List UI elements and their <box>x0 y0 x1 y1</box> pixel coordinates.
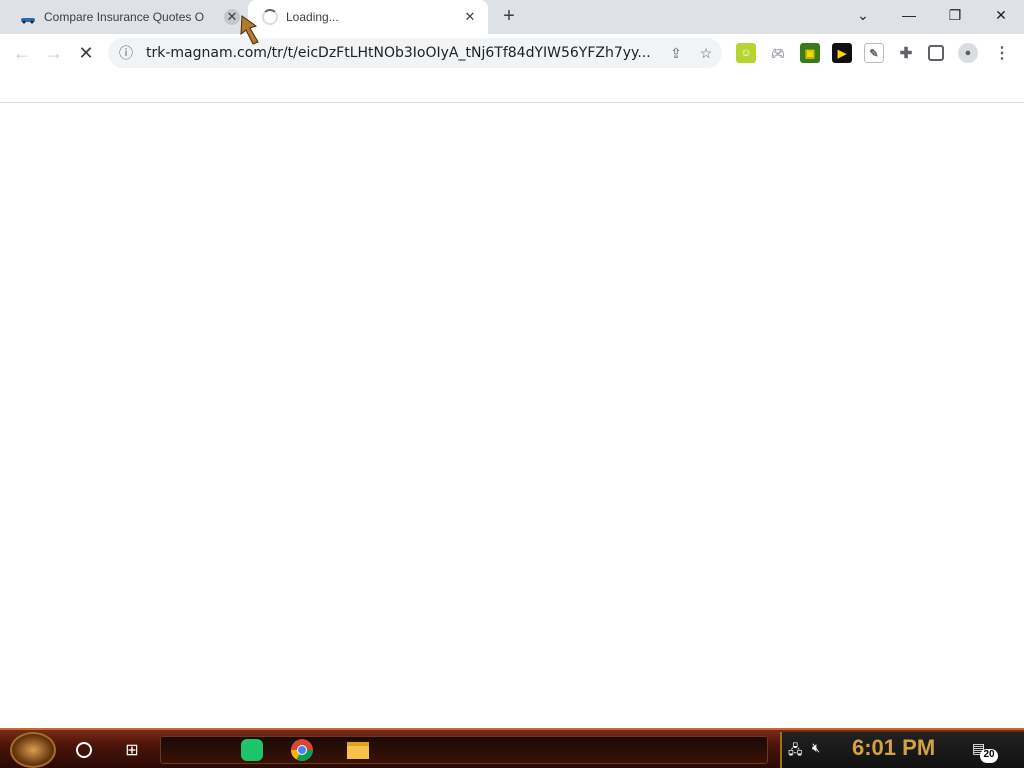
side-panel-icon[interactable] <box>928 45 944 61</box>
car-favicon-icon <box>20 13 36 24</box>
media-extension-icon[interactable]: ▶ <box>832 43 852 63</box>
taskbar-clock[interactable]: 6:01 PM <box>852 735 935 761</box>
site-info-icon[interactable]: ⓘ <box>114 41 138 65</box>
bookmarks-bar <box>0 72 1024 103</box>
browser-window: Compare Insurance Quotes On ✕ Loading...… <box>0 0 1024 728</box>
back-button[interactable]: ← <box>8 39 36 67</box>
profile-avatar-icon[interactable]: ● <box>958 43 978 63</box>
new-tab-button[interactable]: + <box>498 6 520 28</box>
cursor-icon <box>238 14 264 46</box>
tab-search-button[interactable]: ⌄ <box>840 0 886 30</box>
tab-loading[interactable]: Loading... ✕ <box>248 0 488 34</box>
url-text[interactable]: trk-magnam.com/tr/t/eicDzFtLHtNOb3IoOIyA… <box>146 45 658 61</box>
page-content <box>0 104 1024 728</box>
menu-kebab-icon[interactable]: ⋮ <box>992 43 1012 63</box>
loading-spinner-icon <box>262 9 278 25</box>
extension-green-icon[interactable]: ☺ <box>736 43 756 63</box>
start-button[interactable] <box>10 732 56 768</box>
share-icon[interactable]: ⇪ <box>664 41 688 65</box>
task-view-icon[interactable]: ⊞ <box>116 734 148 766</box>
extension-box-icon[interactable]: ▣ <box>800 43 820 63</box>
tab-insurance-quotes[interactable]: Compare Insurance Quotes On ✕ <box>8 0 248 34</box>
tab-title: Loading... <box>286 10 339 24</box>
tab-close-icon[interactable]: ✕ <box>462 9 478 25</box>
notification-count-badge: 20 <box>980 749 998 763</box>
stop-loading-button[interactable]: ✕ <box>72 39 100 67</box>
gamepad-extension-icon[interactable]: 🎮︎ <box>768 43 788 63</box>
forward-button[interactable]: → <box>40 39 68 67</box>
minimize-button[interactable]: — <box>886 0 932 30</box>
bookmark-star-icon[interactable]: ☆ <box>694 41 718 65</box>
file-explorer-icon[interactable] <box>342 734 374 766</box>
volume-muted-icon[interactable]: 🔇︎ <box>812 740 820 756</box>
cortana-search-icon[interactable] <box>68 734 100 766</box>
chrome-icon[interactable] <box>286 734 318 766</box>
extension-gray-icon[interactable]: ✎ <box>864 43 884 63</box>
address-bar[interactable]: ⓘ trk-magnam.com/tr/t/eicDzFtLHtNOb3IoOI… <box>108 38 722 68</box>
notes-app-icon[interactable] <box>236 734 268 766</box>
restore-button[interactable]: ❐ <box>932 0 978 30</box>
toolbar: ← → ✕ ⓘ trk-magnam.com/tr/t/eicDzFtLHtNO… <box>0 34 1024 72</box>
tab-strip: Compare Insurance Quotes On ✕ Loading...… <box>0 0 1024 34</box>
network-icon[interactable]: 🖧︎ <box>788 741 803 763</box>
extensions-puzzle-icon[interactable]: ✚ <box>896 43 916 63</box>
close-window-button[interactable]: ✕ <box>978 0 1024 30</box>
tab-title: Compare Insurance Quotes On <box>44 10 204 24</box>
